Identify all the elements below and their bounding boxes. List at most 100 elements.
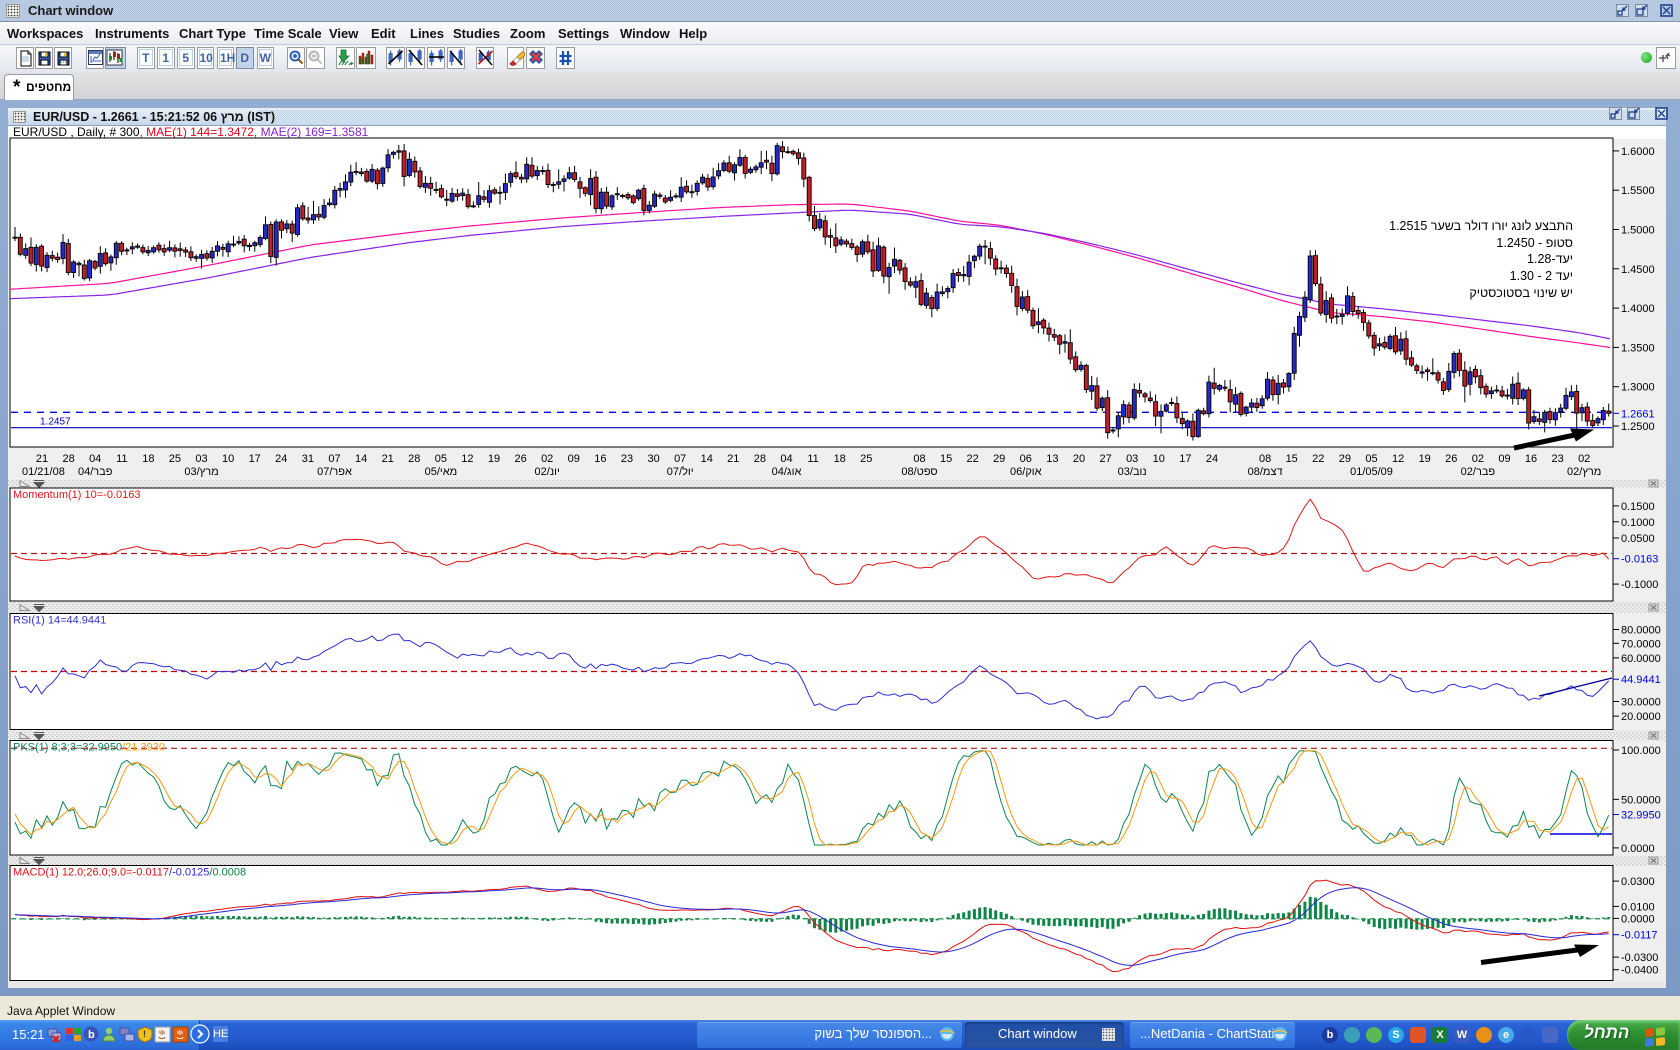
svg-text:-0.1000: -0.1000 xyxy=(1621,579,1658,591)
svg-text:27: 27 xyxy=(1099,453,1111,465)
svg-text:0.1000: 0.1000 xyxy=(1621,517,1655,529)
svg-text:03: 03 xyxy=(195,453,207,465)
svg-text:28: 28 xyxy=(408,453,420,465)
svg-text:PKS(1) 8;3;3=32.9950/21.3930: PKS(1) 8;3;3=32.9950/21.3930 xyxy=(13,742,165,754)
svg-text:07: 07 xyxy=(328,453,340,465)
svg-text:50.0000: 50.0000 xyxy=(1621,794,1661,806)
svg-text:21: 21 xyxy=(727,453,739,465)
svg-text:18: 18 xyxy=(834,453,846,465)
svg-text:21: 21 xyxy=(36,453,48,465)
svg-text:-0.0300: -0.0300 xyxy=(1621,952,1658,964)
svg-text:מרץ/03: מרץ/03 xyxy=(184,466,218,478)
svg-text:24: 24 xyxy=(275,453,287,465)
svg-text:13: 13 xyxy=(1046,453,1058,465)
svg-text:29: 29 xyxy=(1339,453,1351,465)
svg-text:23: 23 xyxy=(1551,453,1563,465)
svg-text:28: 28 xyxy=(62,453,74,465)
svg-text:1.6000: 1.6000 xyxy=(1621,146,1655,158)
svg-text:18: 18 xyxy=(142,453,154,465)
svg-text:60.0000: 60.0000 xyxy=(1621,653,1661,665)
svg-text:26: 26 xyxy=(514,453,526,465)
svg-text:30.0000: 30.0000 xyxy=(1621,697,1661,709)
svg-text:15: 15 xyxy=(1286,453,1298,465)
svg-text:22: 22 xyxy=(1312,453,1324,465)
svg-text:07: 07 xyxy=(674,453,686,465)
svg-text:05: 05 xyxy=(1365,453,1377,465)
svg-text:100.000: 100.000 xyxy=(1621,745,1661,757)
svg-text:0.0500: 0.0500 xyxy=(1621,533,1655,545)
svg-text:16: 16 xyxy=(1525,453,1537,465)
svg-text:11: 11 xyxy=(807,453,818,465)
svg-text:02: 02 xyxy=(1472,453,1484,465)
svg-text:מרץ/02: מרץ/02 xyxy=(1567,466,1601,478)
svg-text:1.2457: 1.2457 xyxy=(40,417,71,428)
svg-text:נוב/03: נוב/03 xyxy=(1118,466,1147,478)
svg-text:09: 09 xyxy=(568,453,580,465)
svg-text:80.0000: 80.0000 xyxy=(1621,625,1661,637)
svg-text:23: 23 xyxy=(621,453,633,465)
svg-text:פבר/02: פבר/02 xyxy=(1461,466,1496,478)
svg-text:14: 14 xyxy=(355,453,367,465)
svg-text:אוק/06: אוק/06 xyxy=(1010,466,1042,478)
svg-text:17: 17 xyxy=(249,453,261,465)
svg-text:-0.0163: -0.0163 xyxy=(1621,554,1658,566)
svg-text:12: 12 xyxy=(461,453,473,465)
svg-text:דצמ/08: דצמ/08 xyxy=(1248,466,1283,478)
svg-text:03: 03 xyxy=(1126,453,1138,465)
svg-text:EUR/USD , Daily, # 300, MAE(1): EUR/USD , Daily, # 300, MAE(1) 144=1.347… xyxy=(13,126,369,139)
svg-text:08: 08 xyxy=(1259,453,1271,465)
svg-text:30: 30 xyxy=(647,453,659,465)
svg-text:Momentum(1) 10=-0.0163: Momentum(1) 10=-0.0163 xyxy=(13,489,140,501)
svg-text:0.0000: 0.0000 xyxy=(1621,843,1655,855)
svg-text:11: 11 xyxy=(116,453,127,465)
svg-text:21: 21 xyxy=(382,453,394,465)
svg-text:16: 16 xyxy=(594,453,606,465)
svg-text:08: 08 xyxy=(913,453,925,465)
svg-text:70.0000: 70.0000 xyxy=(1621,638,1661,650)
svg-text:מאי/05: מאי/05 xyxy=(425,466,458,478)
svg-text:b: b xyxy=(88,1029,95,1041)
svg-text:1.3000: 1.3000 xyxy=(1621,382,1655,394)
svg-text:0.0300: 0.0300 xyxy=(1621,876,1655,888)
svg-text:1.4000: 1.4000 xyxy=(1621,303,1655,315)
svg-text:31: 31 xyxy=(302,453,314,465)
svg-text:1.2661: 1.2661 xyxy=(1621,408,1655,420)
svg-text:12: 12 xyxy=(1392,453,1404,465)
svg-text:02: 02 xyxy=(1578,453,1590,465)
svg-text:יונ/02: יונ/02 xyxy=(535,466,560,478)
svg-text:-0.0400: -0.0400 xyxy=(1621,965,1658,977)
svg-text:05: 05 xyxy=(435,453,447,465)
svg-text:01/21/08: 01/21/08 xyxy=(22,466,65,478)
svg-text:17: 17 xyxy=(1179,453,1191,465)
svg-text:אוג/04: אוג/04 xyxy=(772,466,802,478)
svg-text:ספט/08: ספט/08 xyxy=(901,466,937,478)
svg-text:-0.0117: -0.0117 xyxy=(1621,930,1658,942)
svg-text:10: 10 xyxy=(1153,453,1165,465)
svg-text:1.4500: 1.4500 xyxy=(1621,264,1655,276)
svg-text:01/05/09: 01/05/09 xyxy=(1350,466,1393,478)
svg-text:0.1500: 0.1500 xyxy=(1621,501,1655,513)
svg-text:19: 19 xyxy=(1419,453,1431,465)
svg-text:09: 09 xyxy=(1498,453,1510,465)
svg-text:24: 24 xyxy=(1206,453,1218,465)
svg-text:26: 26 xyxy=(1445,453,1457,465)
svg-text:29: 29 xyxy=(993,453,1005,465)
svg-text:06: 06 xyxy=(1020,453,1032,465)
svg-text:MACD(1) 12.0;26.0;9.0=-0.0117/: MACD(1) 12.0;26.0;9.0=-0.0117/-0.0125/0.… xyxy=(13,867,246,879)
svg-text:פבר/04: פבר/04 xyxy=(78,466,113,478)
svg-text:25: 25 xyxy=(860,453,872,465)
svg-text:14: 14 xyxy=(701,453,713,465)
svg-text:0.0000: 0.0000 xyxy=(1621,913,1655,925)
svg-text:20.0000: 20.0000 xyxy=(1621,711,1661,723)
svg-text:1.5000: 1.5000 xyxy=(1621,225,1655,237)
svg-text:0.0100: 0.0100 xyxy=(1621,901,1655,913)
svg-text:1.3500: 1.3500 xyxy=(1621,342,1655,354)
svg-text:אפר/07: אפר/07 xyxy=(317,466,352,478)
svg-text:32.9950: 32.9950 xyxy=(1621,810,1661,822)
svg-text:יול/07: יול/07 xyxy=(667,465,694,478)
svg-text:22: 22 xyxy=(966,453,978,465)
svg-text:!: ! xyxy=(143,1029,146,1039)
svg-text:20: 20 xyxy=(1073,453,1085,465)
svg-text:25: 25 xyxy=(169,453,181,465)
svg-text:04: 04 xyxy=(780,453,792,465)
